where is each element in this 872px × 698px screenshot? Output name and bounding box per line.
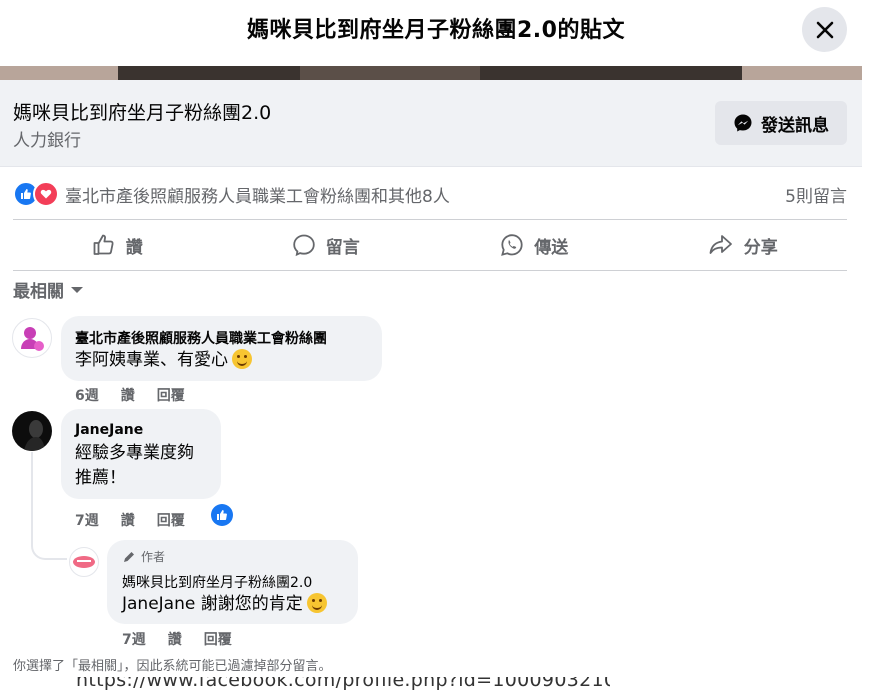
whatsapp-icon <box>501 234 523 256</box>
page-category: 人力銀行 <box>13 131 81 151</box>
comment-meta: 6週 讚 回覆 <box>75 385 185 405</box>
comment-text-line: 推薦！ <box>75 468 126 488</box>
reply-thread-line <box>31 452 67 560</box>
pencil-icon <box>124 551 134 562</box>
send-button[interactable]: 傳送 <box>430 233 639 258</box>
post-actions: 讚 留言 傳送 分享 <box>13 222 847 268</box>
comment-time[interactable]: 7週 <box>75 510 99 530</box>
author-badge: 作者 <box>122 548 165 565</box>
share-label: 分享 <box>743 237 778 258</box>
comment-bubble: 臺北市產後照顧服務人員職業工會粉絲團 李阿姨專業、有愛心 <box>61 316 382 381</box>
comment-author[interactable]: 臺北市產後照顧服務人員職業工會粉絲團 <box>75 328 327 348</box>
close-icon <box>816 21 833 38</box>
smiling-face-emoji <box>306 593 327 613</box>
page-card: 媽咪貝比到府坐月子粉絲團2.0 人力銀行 發送訊息 <box>0 80 862 167</box>
comment-author[interactable]: JaneJane <box>75 422 143 438</box>
avatar[interactable] <box>69 547 99 577</box>
comment-label: 留言 <box>325 237 360 258</box>
share-button[interactable]: 分享 <box>639 233 848 258</box>
reactions-label[interactable]: 臺北市產後照顧服務人員職業工會粉絲團和其他8人 <box>65 182 450 207</box>
reactions-summary[interactable]: 臺北市產後照顧服務人員職業工會粉絲團和其他8人 5則留言 <box>13 180 847 208</box>
dialog-header: 媽咪貝比到府坐月子粉絲團2.0的貼文 <box>0 0 872 56</box>
divider <box>13 219 847 220</box>
dialog-title: 媽咪貝比到府坐月子粉絲團2.0的貼文 <box>247 18 625 43</box>
comment-reply-button[interactable]: 回覆 <box>157 385 185 405</box>
avatar[interactable] <box>12 411 52 451</box>
comment-icon <box>293 234 315 257</box>
comment-link-preview[interactable]: https://www.facebook.com/profile.php?id=… <box>62 677 610 698</box>
smiling-face-emoji <box>232 349 252 369</box>
caret-down-icon <box>71 286 83 293</box>
filter-notice: 你選擇了「最相關」，因此系統可能已過濾掉部分留言。 <box>13 659 332 674</box>
send-label: 傳送 <box>534 237 569 258</box>
post-image[interactable] <box>0 66 862 80</box>
comment-bubble: JaneJane 經驗多專業度夠 推薦！ <box>61 409 221 499</box>
comment-like-button[interactable]: 讚 <box>121 510 135 530</box>
share-arrow-icon <box>709 235 732 254</box>
reply-author[interactable]: 媽咪貝比到府坐月子粉絲團2.0 <box>122 572 312 592</box>
thumbs-up-icon <box>93 234 114 255</box>
comment-text-line: 經驗多專業度夠 <box>75 443 194 463</box>
divider <box>13 270 847 271</box>
love-reaction-icon <box>33 181 59 207</box>
like-reaction-icon[interactable] <box>211 504 233 526</box>
comment-button[interactable]: 留言 <box>222 233 431 258</box>
send-message-label: 發送訊息 <box>761 115 829 136</box>
comment-like-button[interactable]: 讚 <box>121 385 135 405</box>
close-button[interactable] <box>802 7 847 52</box>
reply-bubble: 作者 媽咪貝比到府坐月子粉絲團2.0 JaneJane 謝謝您的肯定 <box>107 540 358 624</box>
comment-meta: 7週 讚 回覆 <box>75 510 185 530</box>
reply-meta: 7週 讚 回覆 <box>122 629 232 649</box>
comment-reply-button[interactable]: 回覆 <box>157 510 185 530</box>
send-message-button[interactable]: 發送訊息 <box>715 101 847 145</box>
comment-time[interactable]: 6週 <box>75 385 99 405</box>
like-button[interactable]: 讚 <box>13 233 222 258</box>
reply-text: JaneJane 謝謝您的肯定 <box>122 592 327 616</box>
sort-label: 最相關 <box>13 282 64 302</box>
reply-reply-button[interactable]: 回覆 <box>204 629 232 649</box>
comment-sort-dropdown[interactable]: 最相關 <box>13 277 84 302</box>
avatar[interactable] <box>12 318 52 358</box>
comment-count[interactable]: 5則留言 <box>785 182 847 207</box>
comment-text: 李阿姨專業、有愛心 <box>75 348 252 372</box>
reply-like-button[interactable]: 讚 <box>168 629 182 649</box>
reply-time[interactable]: 7週 <box>122 629 146 649</box>
like-label: 讚 <box>125 237 143 258</box>
messenger-icon <box>734 114 752 132</box>
page-name[interactable]: 媽咪貝比到府坐月子粉絲團2.0 <box>13 98 271 125</box>
